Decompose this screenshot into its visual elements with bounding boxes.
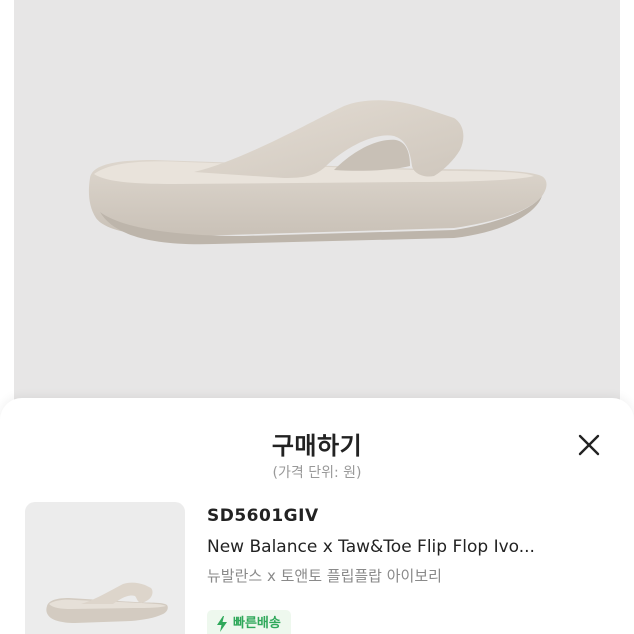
close-button[interactable] (572, 428, 606, 462)
product-thumbnail (25, 502, 185, 634)
fast-delivery-badge: 빠른배송 (207, 610, 291, 634)
close-icon (578, 434, 600, 456)
price-unit-note: (가격 단위: 원) (272, 465, 362, 481)
product-name: New Balance x Taw&Toe Flip Flop Ivo... (207, 537, 535, 557)
screen: 구매하기 (가격 단위: 원) SD5601GIV New Balance x … (0, 0, 634, 634)
flip-flop-thumbnail-icon (46, 582, 168, 623)
lightning-icon (217, 616, 227, 632)
flip-flop-illustration (88, 100, 547, 245)
product-hero-image (14, 0, 620, 400)
product-name-korean: 뉴발란스 x 토앤토 플립플랍 아이보리 (207, 567, 442, 585)
purchase-sheet: 구매하기 (가격 단위: 원) SD5601GIV New Balance x … (0, 398, 634, 634)
sheet-title: 구매하기 (271, 432, 363, 460)
model-code: SD5601GIV (207, 506, 319, 526)
fast-delivery-label: 빠른배송 (233, 616, 281, 631)
